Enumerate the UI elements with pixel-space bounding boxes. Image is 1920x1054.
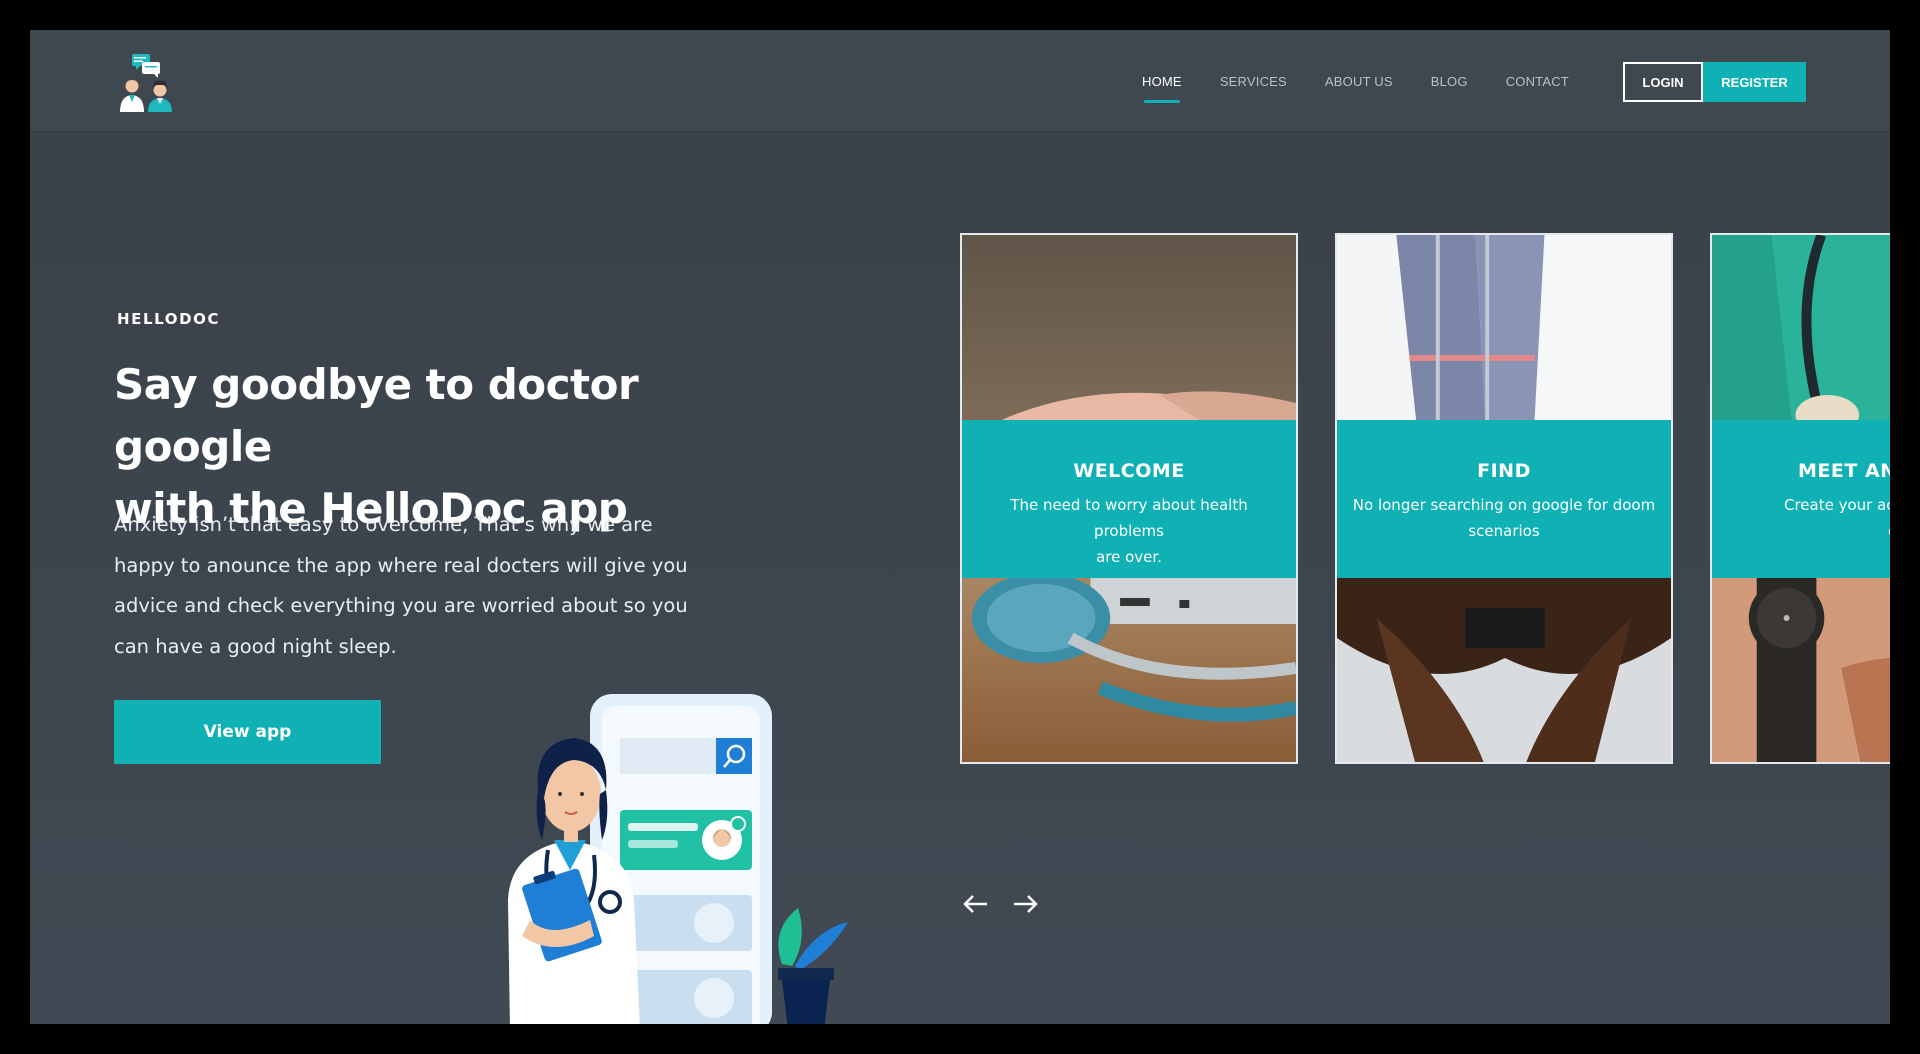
nav-about-us[interactable]: ABOUT US	[1325, 70, 1393, 93]
carousel-prev-button[interactable]	[961, 892, 991, 916]
card-text-line-2: scenarios	[1468, 522, 1540, 540]
view-app-button[interactable]: View app	[114, 700, 381, 764]
hero-text-line-1: Anxiety isn’t that easy to overcome, Tha…	[114, 513, 653, 536]
card-photo-doctor-coat	[1337, 235, 1671, 420]
navbar: HOME SERVICES ABOUT US BLOG CONTACT LOGI…	[30, 30, 1890, 132]
card-text-line-1: No longer searching on google for doom	[1352, 496, 1656, 514]
card-text-line-2: doct	[1888, 522, 1890, 540]
card-caption: WELCOME The need to worry about health p…	[962, 420, 1296, 578]
card-text-line-1: Create your accour	[1784, 496, 1890, 514]
arrow-left-icon	[963, 895, 987, 913]
card-text-line-2: are over.	[1096, 548, 1162, 566]
hero-description: Anxiety isn’t that easy to overcome, Tha…	[114, 505, 714, 667]
carousel-card-meet[interactable]: MEET AN Create your accour doct	[1710, 233, 1890, 764]
carousel-card-find[interactable]: FIND No longer searching on google for d…	[1335, 233, 1673, 764]
hero-eyebrow: HELLODOC	[117, 310, 221, 328]
card-photo-scrubs	[1712, 235, 1890, 420]
card-photo-watch	[1712, 578, 1890, 762]
nav-contact[interactable]: CONTACT	[1506, 70, 1569, 93]
hero-text-line-3: advice and check everything you are worr…	[114, 594, 688, 617]
hellodoc-logo[interactable]	[114, 52, 184, 114]
card-text: Create your accour doct	[1784, 492, 1890, 544]
register-button[interactable]: REGISTER	[1703, 62, 1806, 102]
card-text: The need to worry about health problems …	[974, 492, 1284, 570]
carousel-card-welcome[interactable]: WELCOME The need to worry about health p…	[960, 233, 1298, 764]
carousel-next-button[interactable]	[1010, 892, 1040, 916]
card-text-line-1: The need to worry about health problems	[1010, 496, 1248, 540]
card-title: FIND	[1477, 460, 1531, 482]
card-caption: FIND No longer searching on google for d…	[1337, 420, 1671, 578]
page: HOME SERVICES ABOUT US BLOG CONTACT LOGI…	[30, 30, 1890, 1024]
nav-home[interactable]: HOME	[1142, 70, 1182, 103]
card-title: MEET AN	[1798, 460, 1890, 482]
card-photo-hands	[962, 235, 1296, 420]
nav-blog[interactable]: BLOG	[1431, 70, 1468, 93]
main-nav: HOME SERVICES ABOUT US BLOG CONTACT	[1142, 30, 1607, 132]
login-button[interactable]: LOGIN	[1623, 62, 1703, 102]
card-caption: MEET AN Create your accour doct	[1712, 420, 1890, 578]
card-photo-stethoscope	[962, 578, 1296, 762]
hero-text-line-4: can have a good night sleep.	[114, 634, 397, 658]
card-text: No longer searching on google for doom s…	[1349, 492, 1659, 544]
card-title: WELCOME	[1073, 460, 1185, 482]
card-photo-phone-hands	[1337, 578, 1671, 762]
doctor-illustration	[470, 690, 870, 1024]
hero-title-line-1: Say goodbye to doctor google	[114, 360, 639, 471]
nav-services[interactable]: SERVICES	[1220, 70, 1287, 93]
arrow-right-icon	[1014, 895, 1038, 913]
hero-text-line-2: happy to anounce the app where real doct…	[114, 553, 688, 577]
